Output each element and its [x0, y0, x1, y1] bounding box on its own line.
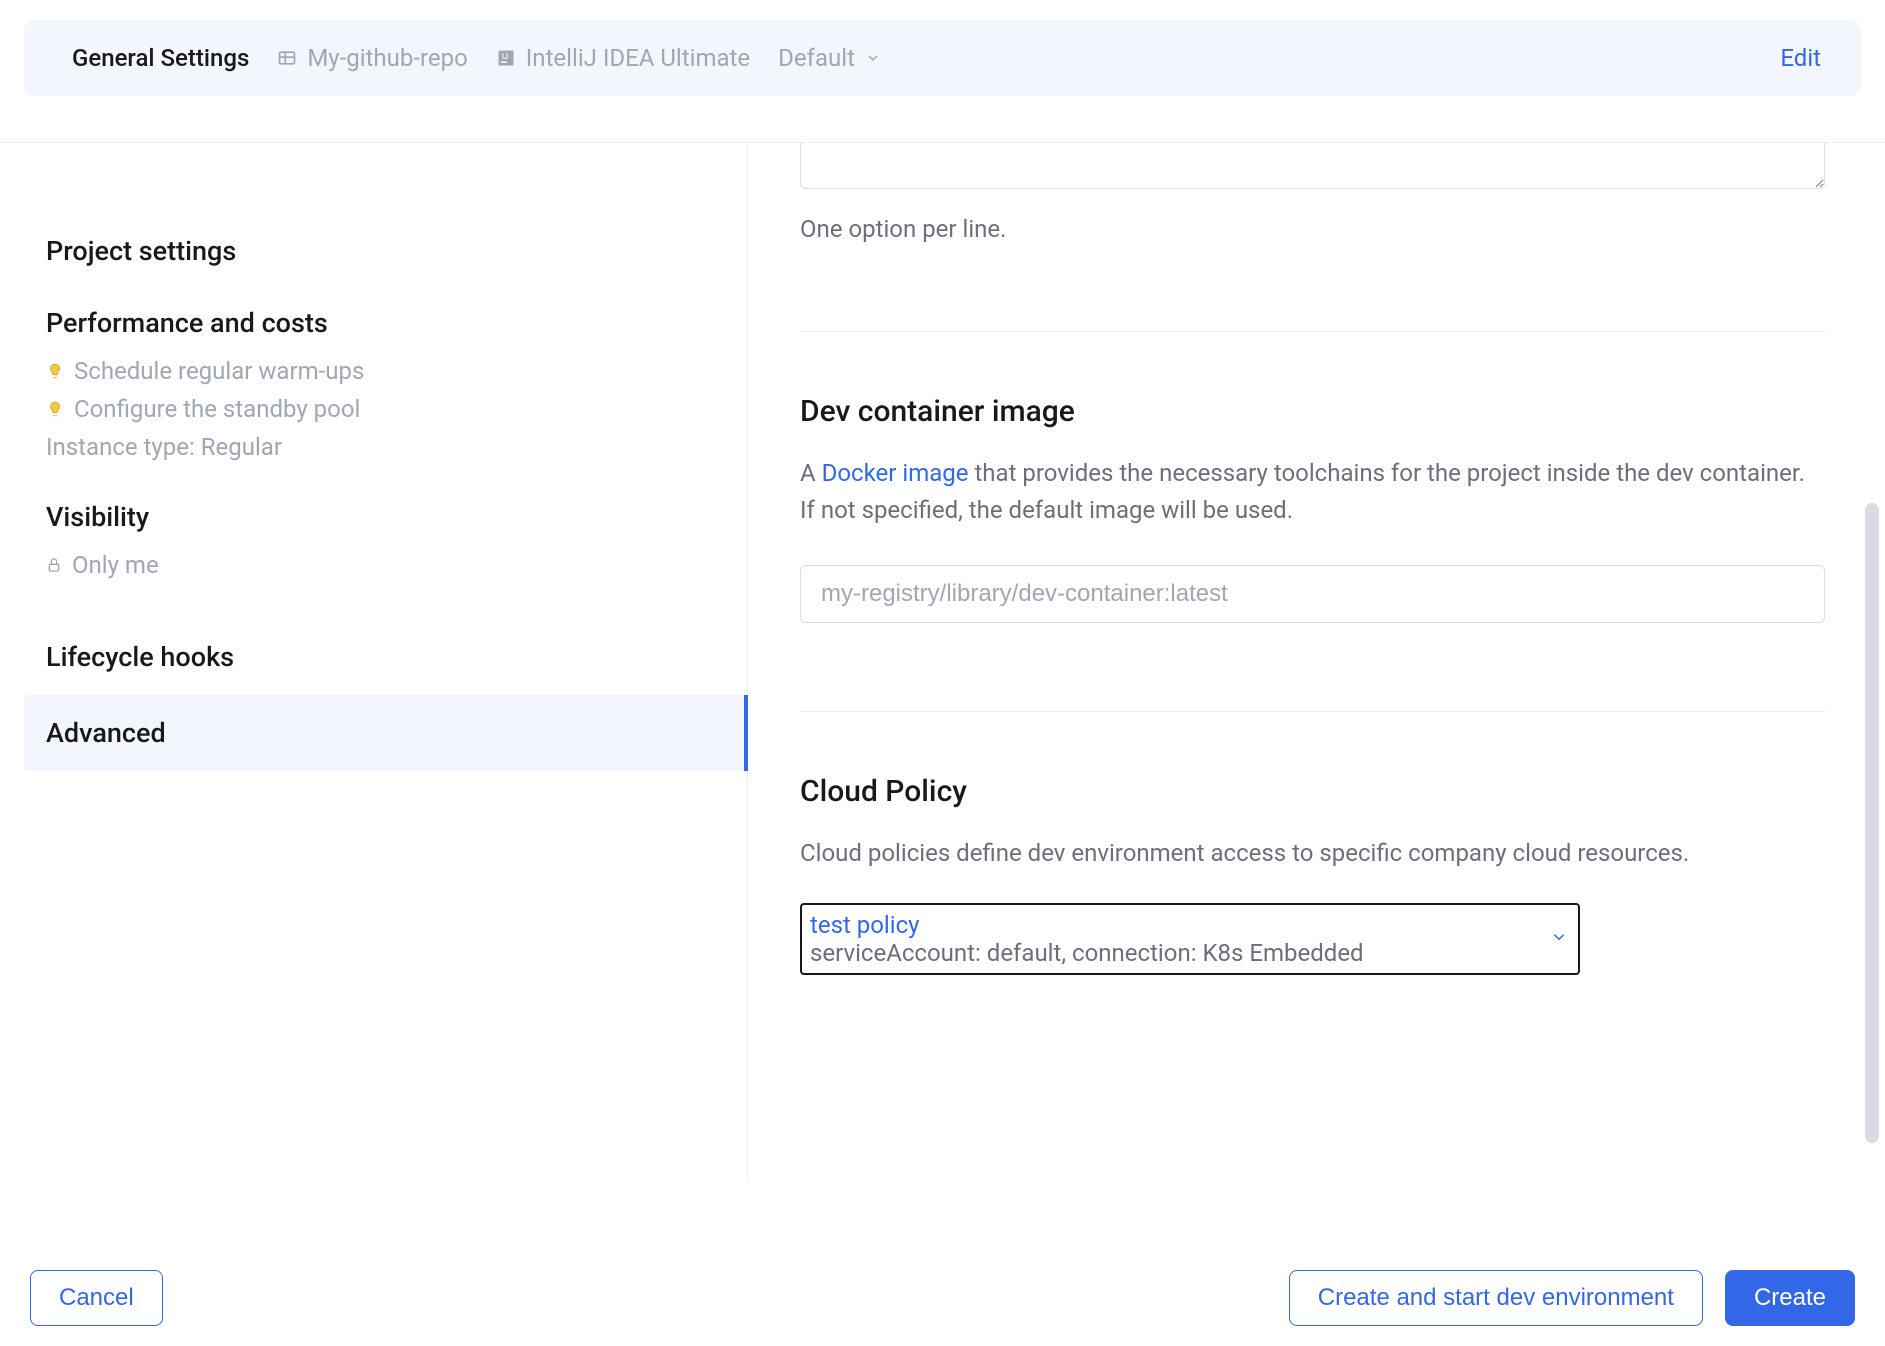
sidebar-item-instance-type[interactable]: Instance type: Regular: [46, 433, 747, 461]
dev-container-image-input[interactable]: [800, 565, 1825, 623]
config-crumb[interactable]: Default: [778, 44, 881, 72]
options-hint: One option per line.: [800, 215, 1825, 243]
cancel-button[interactable]: Cancel: [30, 1270, 163, 1326]
visibility-heading[interactable]: Visibility: [46, 501, 747, 533]
options-textarea[interactable]: [800, 143, 1825, 189]
ide-icon: IJ: [496, 48, 516, 68]
sidebar-item-advanced[interactable]: Advanced: [24, 695, 748, 771]
main-content: One option per line. Dev container image…: [748, 143, 1885, 1182]
sidebar-item-standby[interactable]: Configure the standby pool: [46, 395, 747, 423]
sidebar-item-only-me[interactable]: Only me: [46, 551, 747, 579]
scrollbar[interactable]: [1865, 503, 1879, 1143]
edit-link[interactable]: Edit: [1780, 44, 1821, 72]
ide-label: IntelliJ IDEA Ultimate: [526, 44, 750, 72]
lightbulb-icon: [46, 362, 64, 380]
project-settings-heading[interactable]: Project settings: [46, 235, 747, 267]
footer: Cancel Create and start dev environment …: [0, 1270, 1885, 1326]
dev-container-desc: A Docker image that provides the necessa…: [800, 455, 1825, 529]
project-settings-section: Project settings: [24, 235, 747, 267]
sidebar-item-label: Instance type: Regular: [46, 433, 282, 461]
dev-container-section: Dev container image A Docker image that …: [800, 331, 1825, 623]
footer-actions: Create and start dev environment Create: [1289, 1270, 1855, 1326]
lightbulb-icon: [46, 400, 64, 418]
sidebar-item-label: Only me: [72, 551, 159, 579]
sidebar: Project settings Performance and costs S…: [0, 143, 748, 1182]
ide-crumb[interactable]: IJ IntelliJ IDEA Ultimate: [496, 44, 750, 72]
docker-image-link[interactable]: Docker image: [822, 459, 969, 487]
sidebar-item-label: Configure the standby pool: [74, 395, 360, 423]
sidebar-item-label: Schedule regular warm-ups: [74, 357, 364, 385]
visibility-section: Visibility Only me: [24, 501, 747, 579]
chevron-down-icon: [865, 50, 881, 66]
cloud-policy-select[interactable]: test policy serviceAccount: default, con…: [800, 903, 1580, 975]
dev-container-heading: Dev container image: [800, 394, 1825, 429]
cloud-policy-heading: Cloud Policy: [800, 774, 1825, 809]
breadcrumb: General Settings My-github-repo IJ Intel…: [72, 44, 881, 72]
chevron-down-icon: [1550, 928, 1568, 950]
repo-crumb[interactable]: My-github-repo: [277, 44, 467, 72]
config-label: Default: [778, 44, 855, 72]
desc-text: A: [800, 459, 822, 487]
scroll-content: One option per line. Dev container image…: [800, 143, 1825, 1005]
page-title: General Settings: [72, 44, 249, 72]
cloud-policy-section: Cloud Policy Cloud policies define dev e…: [800, 711, 1825, 974]
repo-label: My-github-repo: [307, 44, 467, 72]
performance-section: Performance and costs Schedule regular w…: [24, 307, 747, 461]
lock-icon: [46, 557, 62, 573]
body: Project settings Performance and costs S…: [0, 142, 1885, 1182]
policy-selected-name: test policy: [810, 911, 1538, 939]
create-button[interactable]: Create: [1725, 1270, 1855, 1326]
policy-selected-detail: serviceAccount: default, connection: K8s…: [810, 939, 1538, 967]
cloud-policy-desc: Cloud policies define dev environment ac…: [800, 835, 1825, 872]
header-bar: General Settings My-github-repo IJ Intel…: [24, 20, 1861, 96]
performance-heading[interactable]: Performance and costs: [46, 307, 747, 339]
svg-text:IJ: IJ: [502, 52, 508, 61]
create-and-start-button[interactable]: Create and start dev environment: [1289, 1270, 1703, 1326]
sidebar-item-lifecycle[interactable]: Lifecycle hooks: [24, 619, 747, 695]
sidebar-item-warmups[interactable]: Schedule regular warm-ups: [46, 357, 747, 385]
repo-icon: [277, 48, 297, 68]
